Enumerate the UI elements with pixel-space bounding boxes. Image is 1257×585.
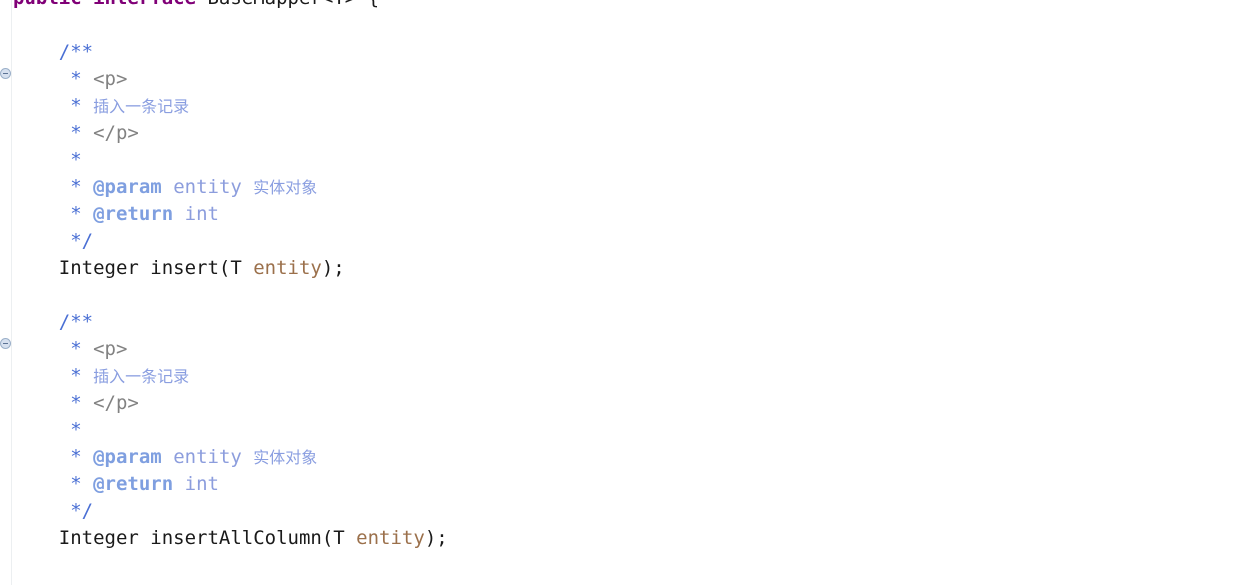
- code-line[interactable]: [13, 12, 1257, 39]
- code-token: </p>: [93, 392, 139, 414]
- code-token: 插入一条记录: [93, 367, 190, 386]
- code-token: int: [184, 203, 219, 225]
- code-token: Integer insertAllColumn(T: [13, 527, 357, 549]
- code-line-list[interactable]: public interface BaseMapper<T> { /** * <…: [13, 0, 1257, 552]
- code-token: @return: [93, 203, 174, 225]
- code-content-area[interactable]: public interface BaseMapper<T> { /** * <…: [13, 0, 1257, 585]
- code-token: @return: [93, 473, 174, 495]
- code-token: /**: [58, 311, 94, 333]
- code-token: int: [184, 473, 219, 495]
- code-token: <p>: [93, 68, 128, 90]
- code-line[interactable]: public interface BaseMapper<T> {: [13, 0, 1257, 12]
- code-token: entity: [356, 527, 425, 549]
- minus-circle-icon[interactable]: [0, 68, 11, 79]
- code-line[interactable]: * 插入一条记录: [13, 363, 1257, 390]
- editor-gutter[interactable]: [0, 0, 12, 585]
- code-token: *: [70, 122, 94, 144]
- code-line[interactable]: */: [13, 228, 1257, 255]
- code-token: @param: [93, 446, 162, 468]
- code-token: Integer insert(T: [13, 257, 254, 279]
- code-token: entity: [253, 257, 322, 279]
- code-token: *: [70, 365, 94, 387]
- code-token: entity: [173, 446, 242, 468]
- code-token: interface: [93, 0, 196, 9]
- code-token: *: [70, 149, 82, 171]
- code-line[interactable]: */: [13, 498, 1257, 525]
- code-token: 实体对象: [253, 178, 318, 197]
- code-line[interactable]: * 插入一条记录: [13, 93, 1257, 120]
- code-line[interactable]: * <p>: [13, 66, 1257, 93]
- code-token: *: [70, 392, 94, 414]
- code-editor[interactable]: public interface BaseMapper<T> { /** * <…: [0, 0, 1257, 585]
- code-line[interactable]: * <p>: [13, 336, 1257, 363]
- code-line[interactable]: * @return int: [13, 201, 1257, 228]
- code-token: /**: [58, 41, 94, 63]
- code-line[interactable]: /**: [13, 309, 1257, 336]
- code-line[interactable]: * @param entity 实体对象: [13, 174, 1257, 201]
- code-line[interactable]: Integer insert(T entity);: [13, 255, 1257, 282]
- code-token: entity: [173, 176, 242, 198]
- code-token: public: [13, 0, 82, 9]
- code-token: *: [70, 176, 94, 198]
- code-token: @param: [93, 176, 162, 198]
- code-token: </p>: [93, 122, 139, 144]
- code-token: 实体对象: [253, 448, 318, 467]
- code-line[interactable]: * @return int: [13, 471, 1257, 498]
- code-line[interactable]: /**: [13, 39, 1257, 66]
- code-token: */: [70, 500, 94, 522]
- code-token: *: [70, 473, 94, 495]
- code-token: BaseMapper<T> {: [196, 0, 379, 9]
- code-token: *: [70, 338, 94, 360]
- code-line[interactable]: * @param entity 实体对象: [13, 444, 1257, 471]
- code-token: );: [424, 527, 448, 549]
- code-line[interactable]: *: [13, 147, 1257, 174]
- code-token: *: [70, 446, 94, 468]
- code-token: */: [70, 230, 94, 252]
- code-token: <p>: [93, 338, 128, 360]
- code-token: *: [70, 203, 94, 225]
- code-token: *: [70, 419, 82, 441]
- code-line[interactable]: * </p>: [13, 390, 1257, 417]
- code-token: *: [70, 68, 94, 90]
- code-line[interactable]: [13, 282, 1257, 309]
- code-token: *: [70, 95, 94, 117]
- code-line[interactable]: * </p>: [13, 120, 1257, 147]
- minus-circle-icon[interactable]: [0, 338, 11, 349]
- code-token: 插入一条记录: [93, 97, 190, 116]
- code-line[interactable]: *: [13, 417, 1257, 444]
- code-line[interactable]: Integer insertAllColumn(T entity);: [13, 525, 1257, 552]
- code-token: );: [321, 257, 345, 279]
